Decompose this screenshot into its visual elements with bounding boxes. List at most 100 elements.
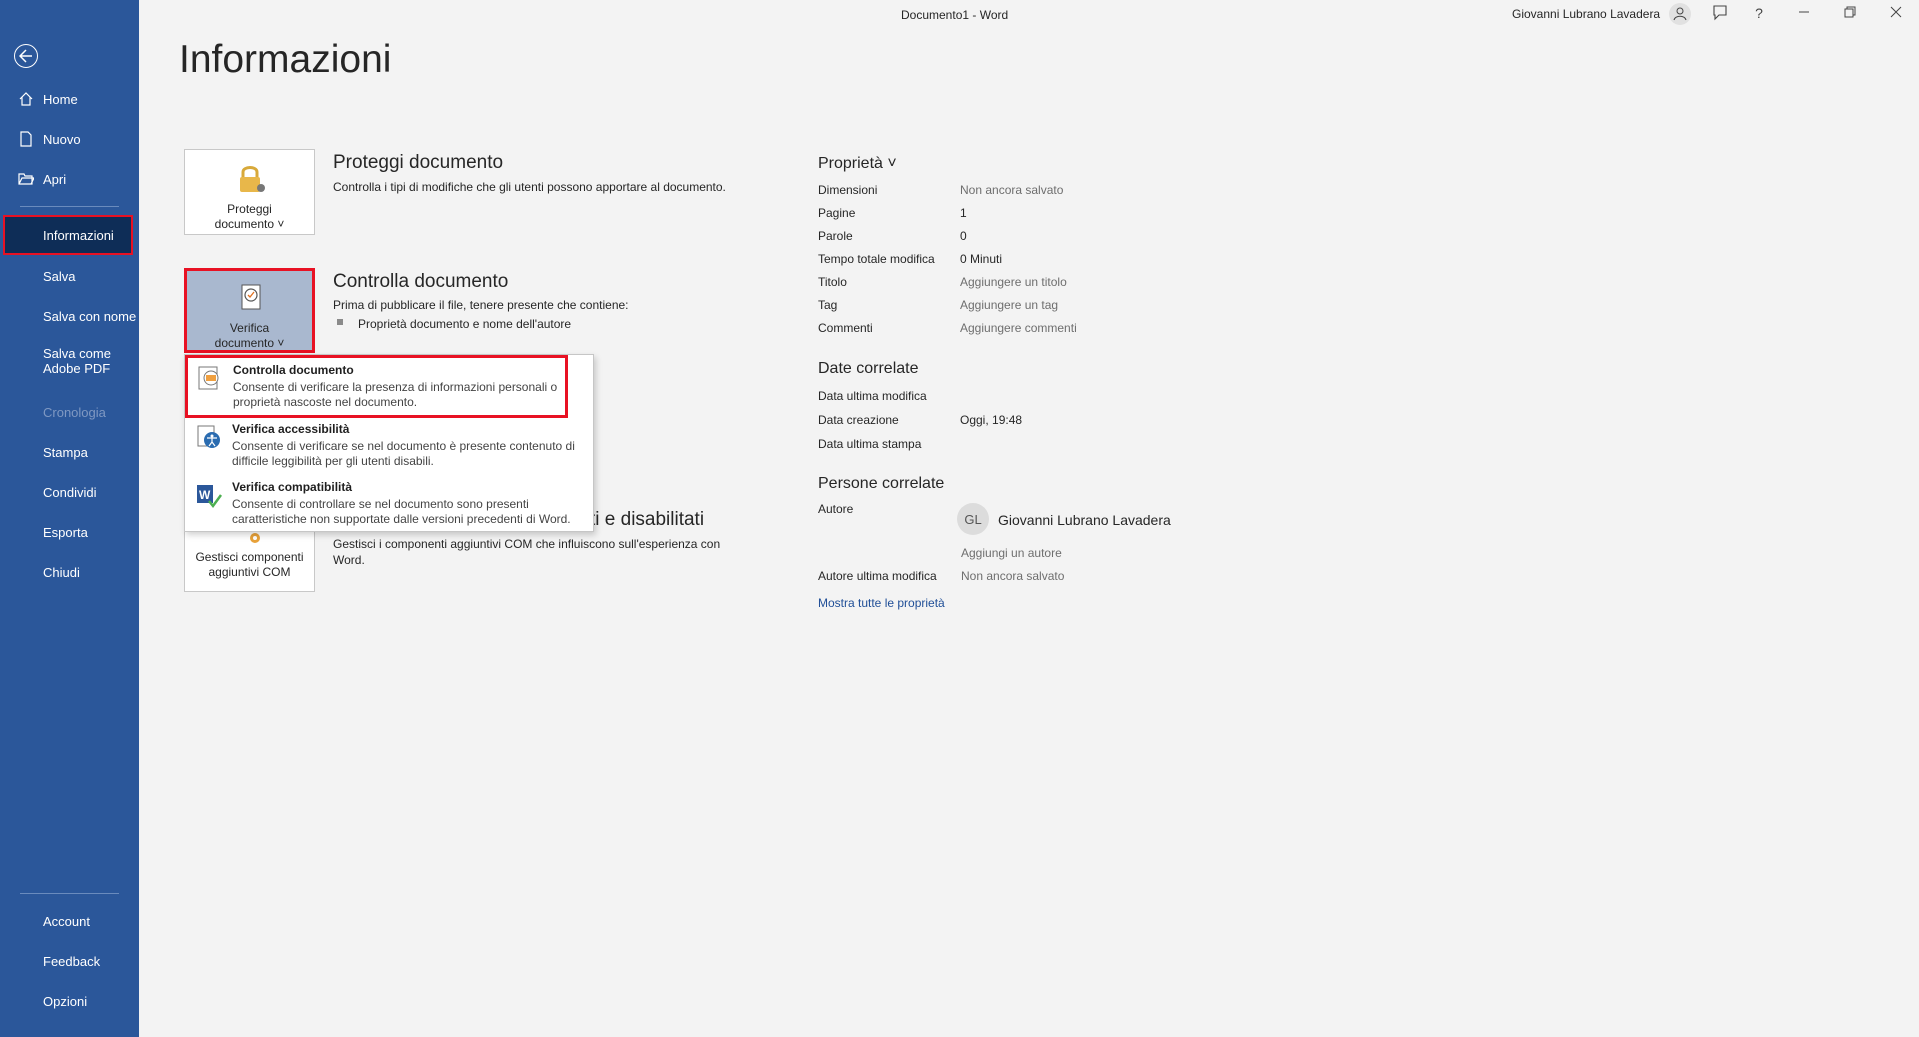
menu-item-desc: Consente di verificare la presenza di in… (233, 380, 558, 409)
prop-key: Tag (818, 298, 838, 312)
nav-account-label: Account (43, 913, 90, 929)
nav-share-label: Condividi (43, 484, 97, 500)
prop-key: Pagine (818, 206, 856, 220)
check-button-label: Verifica documento ˅ (214, 321, 285, 350)
nav-save-as[interactable]: Salva con nome (0, 296, 139, 336)
date-row: Data ultima stampa (818, 437, 1318, 455)
compatibility-icon: W (195, 481, 223, 509)
nav-save-as-label: Salva con nome (43, 308, 137, 324)
inspect-desc: Prima di pubblicare il file, tenere pres… (333, 298, 629, 312)
person-icon[interactable] (1668, 2, 1692, 26)
nav-close[interactable]: Chiudi (0, 552, 139, 592)
accessibility-icon (195, 423, 223, 451)
open-folder-icon (18, 173, 34, 185)
nav-info-label: Informazioni (43, 227, 114, 243)
menu-item-accessibility[interactable]: Verifica accessibilità Consente di verif… (185, 415, 593, 473)
nav-save-pdf-label: Salva come Adobe PDF (43, 346, 111, 376)
prop-value: 1 (960, 206, 967, 220)
prop-row: Dimensioni Non ancora salvato (818, 183, 1318, 201)
inspect-document-icon (196, 364, 224, 392)
menu-item-title: Verifica accessibilità (232, 422, 350, 436)
prop-key: Dimensioni (818, 183, 878, 197)
nav-info[interactable]: Informazioni (3, 215, 133, 255)
nav-feedback[interactable]: Feedback (0, 941, 139, 981)
nav-print[interactable]: Stampa (0, 432, 139, 472)
last-modified-by-row: Autore ultima modifica Non ancora salvat… (818, 569, 1318, 587)
properties-header[interactable]: Proprietà ˅ (818, 155, 897, 173)
menu-item-compatibility[interactable]: W Verifica compatibilità Consente di con… (185, 473, 593, 531)
author-label: Autore (818, 502, 854, 516)
add-author-field[interactable]: Aggiungi un autore (961, 546, 1062, 560)
nav-export[interactable]: Esporta (0, 512, 139, 552)
menu-item-inspect-document[interactable]: Controlla documento Consente di verifica… (185, 355, 568, 418)
prop-row: Tag Aggiungere un tag (818, 298, 1318, 316)
people-header: Persone correlate (818, 475, 945, 492)
menu-item-desc: Consente di controllare se nel documento… (232, 497, 571, 526)
backstage-sidebar: Home Nuovo Apri Informazioni Salva Salva… (0, 0, 139, 1037)
nav-share[interactable]: Condividi (0, 472, 139, 512)
addins-desc: Gestisci i componenti aggiuntivi COM che… (333, 537, 721, 567)
date-value: Oggi, 19:48 (960, 413, 1023, 427)
back-arrow-icon[interactable] (14, 44, 38, 68)
help-icon[interactable]: ? (1747, 1, 1771, 25)
author-name[interactable]: Giovanni Lubrano Lavadera (998, 512, 1171, 528)
close-icon[interactable] (1884, 0, 1908, 24)
nav-home-label: Home (43, 91, 78, 107)
prop-row: Tempo totale modifica 0 Minuti (818, 252, 1318, 270)
tag-field[interactable]: Aggiungere un tag (960, 298, 1058, 312)
home-icon (19, 92, 33, 106)
date-row: Data ultima modifica (818, 389, 1318, 407)
show-all-properties-link[interactable]: Mostra tutte le proprietà (818, 596, 945, 610)
lock-icon (230, 160, 270, 200)
date-row: Data creazione Oggi, 19:48 (818, 413, 1318, 431)
nav-account[interactable]: Account (0, 901, 139, 941)
nav-options[interactable]: Opzioni (0, 981, 139, 1021)
last-mod-value: Non ancora salvato (961, 569, 1065, 583)
bullet-marker (337, 319, 343, 325)
page-title: Informazioni (179, 38, 392, 81)
prop-row: Pagine 1 (818, 206, 1318, 224)
nav-history-label: Cronologia (43, 404, 106, 420)
restore-icon[interactable] (1838, 0, 1862, 24)
prop-key: Titolo (818, 275, 847, 289)
sidebar-divider (20, 206, 119, 207)
nav-new[interactable]: Nuovo (0, 119, 139, 159)
protect-title: Proteggi documento (333, 152, 504, 173)
dates-header: Date correlate (818, 360, 919, 377)
user-name[interactable]: Giovanni Lubrano Lavadera (1512, 7, 1660, 21)
prop-value: 0 Minuti (960, 252, 1003, 266)
feedback-icon[interactable] (1708, 1, 1732, 25)
date-key: Data ultima stampa (818, 437, 922, 451)
sidebar-divider-bottom (20, 893, 119, 894)
check-document-button[interactable]: Verifica documento ˅ (184, 268, 315, 353)
nav-open[interactable]: Apri (0, 159, 139, 199)
nav-export-label: Esporta (43, 524, 88, 540)
comments-field[interactable]: Aggiungere commenti (960, 321, 1077, 335)
nav-save[interactable]: Salva (0, 256, 139, 296)
check-document-dropdown: Controlla documento Consente di verifica… (184, 354, 594, 532)
prop-row: Titolo Aggiungere un titolo (818, 275, 1318, 293)
addins-title-tail: ti e disabilitati (590, 509, 705, 530)
nav-history: Cronologia (0, 392, 139, 432)
date-key: Data ultima modifica (818, 389, 927, 403)
minimize-icon[interactable] (1792, 0, 1816, 24)
inspect-icon (230, 279, 270, 319)
nav-home[interactable]: Home (0, 79, 139, 119)
nav-options-label: Opzioni (43, 993, 88, 1009)
nav-save-pdf[interactable]: Salva come Adobe PDF (0, 343, 139, 379)
prop-value: 0 (960, 229, 967, 243)
prop-row: Parole 0 (818, 229, 1318, 247)
menu-item-title: Verifica compatibilità (232, 480, 353, 494)
avatar[interactable]: GL (957, 503, 989, 535)
prop-key: Tempo totale modifica (818, 252, 935, 266)
title-field[interactable]: Aggiungere un titolo (960, 275, 1067, 289)
protect-document-button[interactable]: Proteggi documento ˅ (184, 149, 315, 235)
addins-button-label: Gestisci componenti aggiuntivi COM (195, 550, 304, 579)
nav-save-label: Salva (43, 268, 76, 284)
menu-item-desc: Consente di verificare se nel documento … (232, 439, 575, 468)
nav-new-label: Nuovo (43, 131, 81, 147)
protect-desc: Controlla i tipi di modifiche che gli ut… (333, 180, 726, 194)
svg-text:W: W (199, 488, 211, 502)
prop-row: Commenti Aggiungere commenti (818, 321, 1318, 339)
manage-com-addins-button[interactable]: Gestisci componenti aggiuntivi COM (184, 522, 315, 592)
